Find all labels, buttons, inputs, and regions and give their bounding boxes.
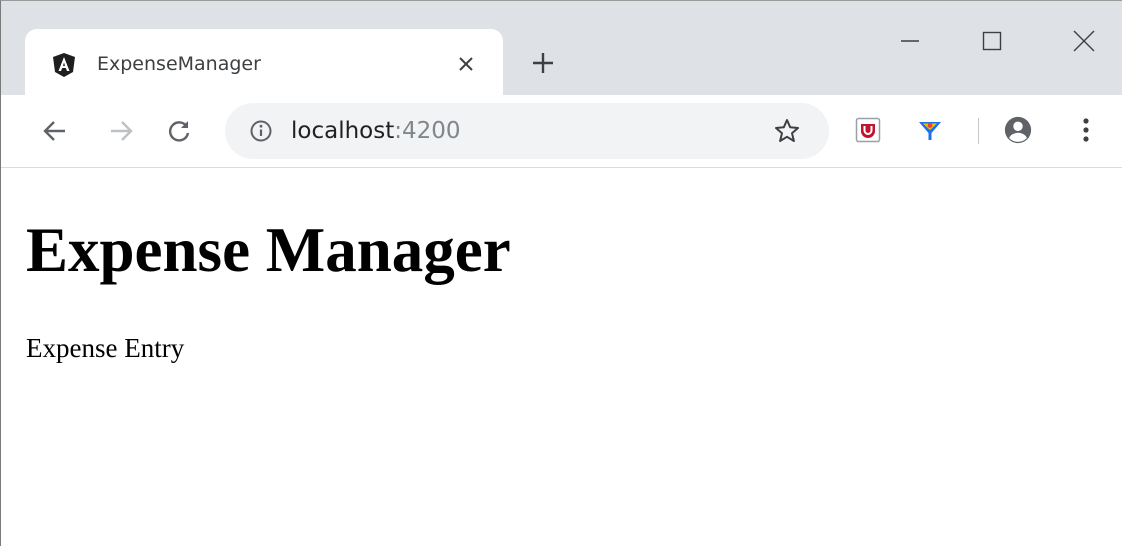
maximize-icon	[982, 31, 1002, 51]
close-icon	[1073, 30, 1095, 52]
browser-toolbar: localhost:4200	[1, 95, 1122, 168]
info-icon[interactable]	[249, 119, 273, 143]
new-tab-button[interactable]	[527, 47, 559, 79]
minimize-button[interactable]	[887, 21, 933, 61]
address-bar[interactable]: localhost:4200	[225, 103, 829, 159]
url-port: :4200	[394, 118, 461, 144]
account-circle-icon[interactable]	[1003, 115, 1033, 145]
angular-logo-icon	[51, 52, 77, 78]
reload-icon	[168, 121, 190, 142]
star-icon[interactable]	[773, 117, 801, 145]
tab-strip: ExpenseManager	[1, 1, 1122, 95]
url-text[interactable]: localhost:4200	[291, 115, 461, 147]
tab-expensemanager[interactable]: ExpenseManager	[25, 29, 503, 95]
window-close-button[interactable]	[1061, 21, 1107, 61]
tab-title: ExpenseManager	[97, 53, 261, 75]
maximize-button[interactable]	[969, 21, 1015, 61]
expense-entry-text: Expense Entry	[26, 333, 185, 363]
back-button[interactable]	[37, 113, 73, 149]
page-heading: Expense Manager	[26, 215, 511, 285]
mcafee-extension-icon[interactable]	[853, 115, 883, 145]
more-vert-icon[interactable]	[1071, 115, 1101, 145]
funnel-extension-icon[interactable]	[915, 115, 945, 145]
forward-arrow-icon	[111, 121, 133, 141]
minimize-icon	[901, 40, 919, 42]
plus-icon	[533, 53, 553, 73]
toolbar-separator	[978, 118, 979, 144]
forward-button[interactable]	[103, 113, 139, 149]
page-content: Expense Manager Expense Entry	[1, 168, 1122, 546]
reload-button[interactable]	[161, 113, 197, 149]
url-host: localhost	[291, 118, 395, 144]
browser-window: ExpenseManager localhost:4200 Expense Ma…	[0, 0, 1122, 546]
close-icon[interactable]	[453, 51, 479, 77]
back-arrow-icon	[43, 121, 65, 141]
